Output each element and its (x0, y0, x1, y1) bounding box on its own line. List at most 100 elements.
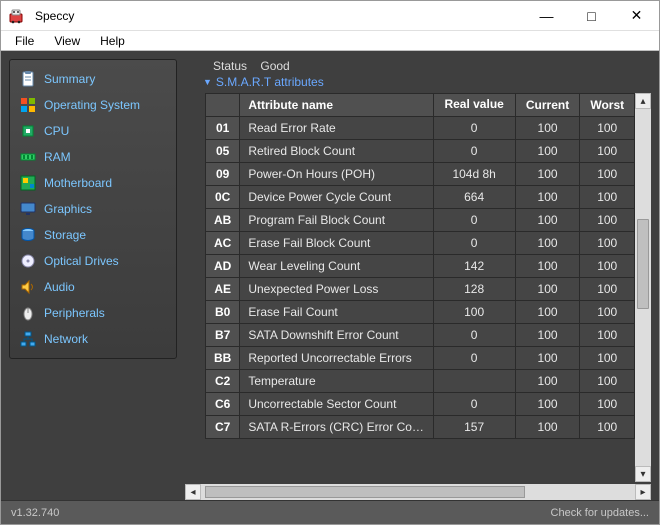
table-row[interactable]: C6Uncorrectable Sector Count0100100 (206, 393, 635, 416)
cell-real: 100 (433, 301, 515, 324)
sidebar-item-network[interactable]: Network (10, 326, 176, 352)
sidebar-item-label: Peripherals (44, 306, 105, 320)
table-row[interactable]: 05Retired Block Count0100100 (206, 140, 635, 163)
cell-real (433, 370, 515, 393)
table-row[interactable]: ABProgram Fail Block Count0100100 (206, 209, 635, 232)
table-row[interactable]: C7SATA R-Errors (CRC) Error Count1571001… (206, 416, 635, 439)
mouse-icon (20, 305, 36, 321)
scroll-track[interactable] (635, 109, 651, 466)
cell-worst: 100 (580, 370, 635, 393)
cell-real: 0 (433, 140, 515, 163)
sidebar-item-label: Network (44, 332, 88, 346)
close-button[interactable]: ✕ (614, 1, 659, 31)
scroll-thumb[interactable] (637, 219, 649, 309)
cell-current: 100 (515, 347, 580, 370)
sidebar-item-cpu[interactable]: CPU (10, 118, 176, 144)
windows-icon (20, 97, 36, 113)
cell-worst: 100 (580, 347, 635, 370)
sidebar-item-motherboard[interactable]: Motherboard (10, 170, 176, 196)
sidebar-item-label: RAM (44, 150, 71, 164)
cell-current: 100 (515, 370, 580, 393)
sidebar-item-ram[interactable]: RAM (10, 144, 176, 170)
check-updates-link[interactable]: Check for updates... (551, 507, 649, 519)
cell-real: 104d 8h (433, 163, 515, 186)
menu-help[interactable]: Help (90, 32, 135, 50)
sidebar-item-summary[interactable]: Summary (10, 66, 176, 92)
cell-name: Unexpected Power Loss (240, 278, 433, 301)
smart-section-header[interactable]: ▼ S.M.A.R.T attributes (185, 75, 651, 93)
cell-worst: 100 (580, 232, 635, 255)
cell-id: 01 (206, 117, 240, 140)
cell-id: C7 (206, 416, 240, 439)
cell-real: 128 (433, 278, 515, 301)
table-row[interactable]: C2Temperature100100 (206, 370, 635, 393)
cell-name: Erase Fail Count (240, 301, 433, 324)
scroll-right-arrow-icon[interactable]: ▸ (635, 484, 651, 500)
cell-worst: 100 (580, 393, 635, 416)
table-row[interactable]: 01Read Error Rate0100100 (206, 117, 635, 140)
col-worst[interactable]: Worst (580, 94, 635, 117)
cell-real: 0 (433, 209, 515, 232)
menu-view[interactable]: View (44, 32, 90, 50)
scroll-up-arrow-icon[interactable]: ▴ (635, 93, 651, 109)
cell-worst: 100 (580, 255, 635, 278)
cell-id: C2 (206, 370, 240, 393)
table-row[interactable]: ADWear Leveling Count142100100 (206, 255, 635, 278)
cell-id: 0C (206, 186, 240, 209)
sidebar-item-optical[interactable]: Optical Drives (10, 248, 176, 274)
statusbar: v1.32.740 Check for updates... (1, 500, 659, 524)
sidebar-item-peripherals[interactable]: Peripherals (10, 300, 176, 326)
sidebar-item-storage[interactable]: Storage (10, 222, 176, 248)
cell-id: B7 (206, 324, 240, 347)
col-real[interactable]: Real value (433, 94, 515, 117)
horizontal-scrollbar[interactable]: ◂ ▸ (185, 484, 651, 500)
maximize-button[interactable]: □ (569, 1, 614, 31)
smart-table: Attribute name Real value Current Worst … (205, 93, 635, 439)
status-value: Good (260, 59, 289, 73)
cell-worst: 100 (580, 186, 635, 209)
sidebar-item-audio[interactable]: Audio (10, 274, 176, 300)
window-title: Speccy (31, 9, 524, 23)
cell-worst: 100 (580, 324, 635, 347)
chevron-down-icon: ▼ (203, 77, 212, 87)
col-name[interactable]: Attribute name (240, 94, 433, 117)
scroll-down-arrow-icon[interactable]: ▾ (635, 466, 651, 482)
sidebar-item-label: CPU (44, 124, 69, 138)
sidebar-item-graphics[interactable]: Graphics (10, 196, 176, 222)
cell-name: Wear Leveling Count (240, 255, 433, 278)
cell-real: 0 (433, 393, 515, 416)
cell-real: 142 (433, 255, 515, 278)
cell-name: Device Power Cycle Count (240, 186, 433, 209)
scroll-thumb[interactable] (205, 486, 525, 498)
cell-real: 0 (433, 117, 515, 140)
table-row[interactable]: B7SATA Downshift Error Count0100100 (206, 324, 635, 347)
sidebar: Summary Operating System CPU RAM Motherb… (9, 59, 177, 359)
network-icon (20, 331, 36, 347)
menu-file[interactable]: File (5, 32, 44, 50)
table-row[interactable]: AEUnexpected Power Loss128100100 (206, 278, 635, 301)
scroll-left-arrow-icon[interactable]: ◂ (185, 484, 201, 500)
col-current[interactable]: Current (515, 94, 580, 117)
app-icon (1, 1, 31, 31)
cell-id: BB (206, 347, 240, 370)
motherboard-icon (20, 175, 36, 191)
table-row[interactable]: ACErase Fail Block Count0100100 (206, 232, 635, 255)
cell-id: AB (206, 209, 240, 232)
sidebar-item-os[interactable]: Operating System (10, 92, 176, 118)
minimize-button[interactable]: — (524, 1, 569, 31)
vertical-scrollbar[interactable]: ▴ ▾ (635, 93, 651, 482)
clipboard-icon (20, 71, 36, 87)
table-row[interactable]: 09Power-On Hours (POH)104d 8h100100 (206, 163, 635, 186)
table-row[interactable]: B0Erase Fail Count100100100 (206, 301, 635, 324)
cell-current: 100 (515, 117, 580, 140)
scroll-track[interactable] (201, 484, 635, 500)
table-row[interactable]: BBReported Uncorrectable Errors0100100 (206, 347, 635, 370)
cell-name: SATA Downshift Error Count (240, 324, 433, 347)
cell-worst: 100 (580, 416, 635, 439)
cell-worst: 100 (580, 301, 635, 324)
table-row[interactable]: 0CDevice Power Cycle Count664100100 (206, 186, 635, 209)
disc-icon (20, 253, 36, 269)
speaker-icon (20, 279, 36, 295)
cell-name: Reported Uncorrectable Errors (240, 347, 433, 370)
col-id[interactable] (206, 94, 240, 117)
